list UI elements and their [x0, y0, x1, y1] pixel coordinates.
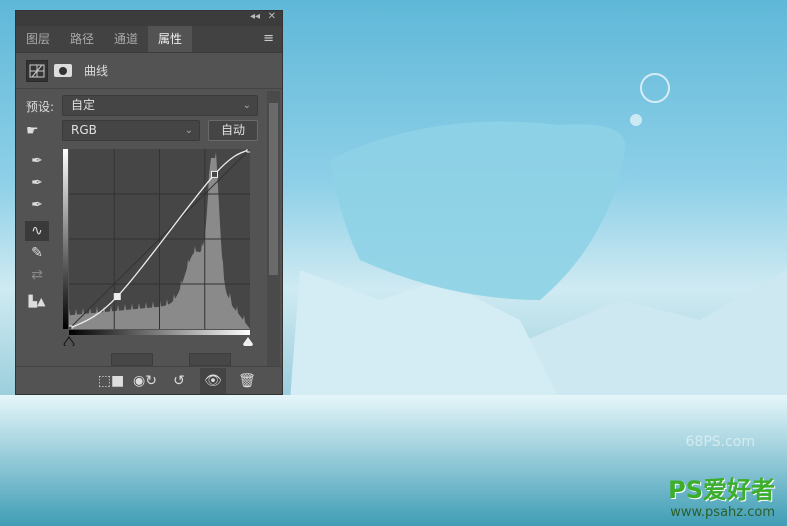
preset-dropdown[interactable]: 自定 ⌄ [62, 95, 258, 116]
input-gradient [69, 330, 250, 335]
curve-point[interactable] [211, 170, 219, 178]
reset-icon[interactable]: ↺ [166, 368, 192, 394]
tab-paths[interactable]: 路径 [60, 26, 104, 52]
view-previous-icon[interactable]: ◉↻ [132, 368, 158, 394]
panel-tabs: 图层 路径 通道 属性 ≡ [16, 26, 282, 53]
panel-titlebar: ◂◂ ✕ [16, 11, 282, 26]
curve-point[interactable] [246, 149, 250, 153]
properties-header: 曲线 [16, 53, 282, 89]
chevron-down-icon: ⌄ [242, 100, 251, 111]
preset-label: 预设: [26, 100, 55, 114]
curve-point[interactable] [69, 325, 73, 329]
visibility-eye-icon[interactable]: 👁 [200, 367, 226, 394]
clipping-warning-icon[interactable]: ▙▲ [25, 291, 49, 311]
curve-point[interactable] [113, 293, 121, 301]
close-icon[interactable]: ✕ [268, 11, 276, 22]
mask-icon[interactable] [54, 64, 72, 77]
adjustment-title: 曲线 [84, 64, 109, 78]
collapse-icon[interactable]: ◂◂ [250, 11, 260, 22]
channel-value: RGB [71, 123, 97, 137]
watermark: 68PS.com PS爱好者 www.psahz.com [668, 434, 775, 520]
smooth-icon[interactable]: ⇄ [25, 265, 49, 285]
eyedropper-black-icon[interactable]: ✒ [25, 151, 49, 171]
output-gradient [63, 149, 68, 329]
pencil-icon[interactable]: ✎ [25, 243, 49, 263]
panel-menu-icon[interactable]: ≡ [263, 31, 274, 46]
scrollbar-thumb[interactable] [269, 103, 278, 275]
watermark-logo: PS爱好者 [668, 476, 775, 504]
chevron-down-icon: ⌄ [184, 125, 193, 136]
scrollbar[interactable] [267, 91, 280, 366]
clip-to-layer-icon[interactable]: ⬚■ [98, 368, 124, 394]
trash-icon[interactable]: 🗑 [234, 368, 260, 394]
watermark-faint: 68PS.com [685, 434, 756, 450]
output-value-field[interactable] [189, 353, 231, 366]
curves-adjustment-icon[interactable] [26, 59, 48, 82]
eyedropper-white-icon[interactable]: ✒ [25, 195, 49, 215]
channel-dropdown[interactable]: RGB ⌄ [62, 120, 200, 141]
targeted-adjustment-hand-icon[interactable]: ☛ [26, 123, 39, 139]
input-value-field[interactable] [111, 353, 153, 366]
properties-panel: ◂◂ ✕ 图层 路径 通道 属性 ≡ 曲线 预设: 自定 ⌄ ☛ RGB ⌄ 自动 … [15, 10, 283, 395]
tab-layers[interactable]: 图层 [16, 26, 60, 52]
auto-button[interactable]: 自动 [208, 120, 258, 141]
curve-point-tool-icon[interactable]: ∿ [25, 221, 49, 241]
black-point-slider[interactable] [62, 336, 76, 346]
tab-properties[interactable]: 属性 [148, 26, 193, 52]
white-point-slider[interactable] [241, 336, 255, 346]
tab-channels[interactable]: 通道 [104, 26, 148, 52]
panel-bottom-toolbar: ⬚■ ◉↻ ↺ 👁 🗑 [16, 366, 282, 394]
preset-value: 自定 [71, 98, 96, 112]
eyedropper-gray-icon[interactable]: ✒ [25, 173, 49, 193]
watermark-url: www.psahz.com [670, 505, 775, 520]
curves-graph[interactable] [69, 149, 250, 329]
